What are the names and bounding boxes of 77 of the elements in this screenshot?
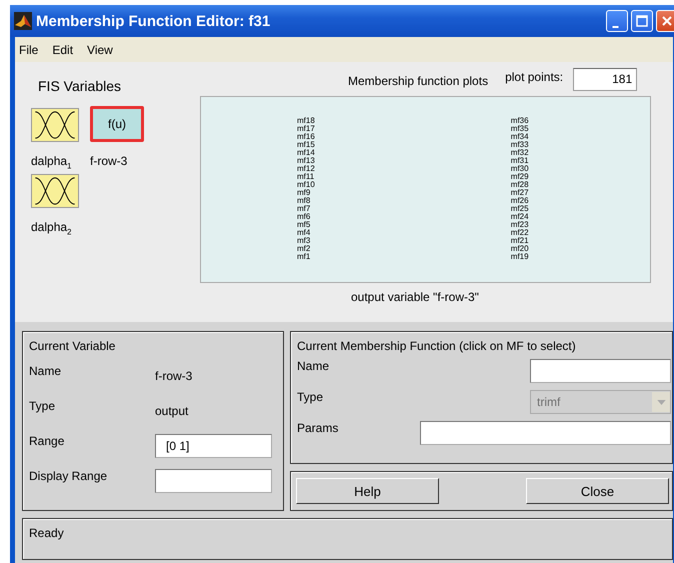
field-label: Params (297, 421, 338, 435)
mf-label[interactable]: mf5 (297, 221, 315, 229)
input-field[interactable] (530, 359, 671, 383)
minimize-button[interactable] (606, 10, 628, 32)
field-label: Name (297, 359, 330, 373)
mf-label[interactable]: mf24 (510, 213, 529, 221)
input-field[interactable] (420, 421, 671, 445)
mf-label[interactable]: mf14 (297, 149, 315, 157)
field-value: f-row-3 (155, 369, 194, 383)
mf-label[interactable]: mf13 (297, 157, 315, 165)
mf-label[interactable]: mf26 (510, 197, 529, 205)
mf-label[interactable]: mf20 (510, 245, 529, 253)
mf-label[interactable]: mf33 (510, 141, 529, 149)
input-field[interactable] (155, 469, 272, 493)
status-text: Ready (29, 526, 64, 540)
mf-label[interactable]: mf8 (297, 197, 315, 205)
mf-label[interactable]: mf21 (510, 237, 529, 245)
section-title: FIS Variables (38, 78, 122, 94)
input-field[interactable]: [0 1] (155, 434, 272, 458)
field-label: Type (29, 399, 56, 413)
plot-caption: output variable "f-row-3" (351, 290, 480, 304)
push-button[interactable]: Help (296, 478, 439, 504)
variable-label: f-row-3 (90, 154, 128, 168)
mf-label[interactable]: mf3 (297, 237, 315, 245)
window-title: Membership Function Editor: f31 (36, 12, 272, 30)
mf-label[interactable]: mf22 (510, 229, 529, 237)
mf-label[interactable]: mf2 (297, 245, 315, 253)
close-button[interactable] (656, 10, 674, 32)
dropdown-arrow-icon (656, 400, 666, 404)
variable-label: dalpha$_{2}$ (31, 220, 72, 237)
field-label: Name (29, 364, 62, 378)
plot-points-field[interactable]: 181 (573, 68, 638, 90)
input-variable-icon[interactable] (31, 174, 79, 208)
mf-label[interactable]: mf7 (297, 205, 315, 213)
mf-label[interactable]: mf32 (510, 149, 529, 157)
maximize-button[interactable] (631, 10, 653, 32)
variable-label: dalpha$_{1}$ (31, 154, 72, 170)
mf-label[interactable]: mf25 (510, 205, 529, 213)
field-label: Display Range (29, 469, 108, 483)
field-value: output (155, 404, 190, 418)
mf-label[interactable]: mf11 (297, 173, 315, 181)
output-variable-icon[interactable]: f(u) (90, 106, 144, 142)
mf-label[interactable]: mf30 (510, 165, 529, 173)
mf-label[interactable]: mf36 (510, 117, 529, 125)
panel-title: Current Variable (29, 339, 116, 353)
maximize-icon (635, 14, 649, 28)
mf-label[interactable]: mf17 (297, 125, 315, 133)
mf-label[interactable]: mf19 (510, 253, 529, 261)
menu-item[interactable]: Edit (52, 42, 74, 56)
mf-label[interactable]: mf12 (297, 165, 315, 173)
plot-points-label: plot points: (505, 70, 564, 84)
logo-icon (14, 12, 32, 30)
menu-item[interactable]: View (87, 42, 113, 56)
push-button[interactable]: Close (526, 478, 669, 504)
mf-label[interactable]: mf31 (510, 157, 529, 165)
mf-label[interactable]: mf34 (510, 133, 529, 141)
menu-item[interactable]: File (19, 42, 38, 56)
mf-label[interactable]: mf10 (297, 181, 315, 189)
mf-label[interactable]: mf1 (297, 253, 315, 261)
mf-label[interactable]: mf23 (510, 221, 529, 229)
mf-label[interactable]: mf6 (297, 213, 315, 221)
mf-label[interactable]: mf16 (297, 133, 315, 141)
mf-label[interactable]: mf4 (297, 229, 315, 237)
plot-title: Membership function plots (348, 74, 488, 88)
mf-label[interactable]: mf35 (510, 125, 529, 133)
input-variable-icon[interactable] (31, 108, 79, 142)
mf-label[interactable]: mf18 (297, 117, 315, 125)
mf-label[interactable]: mf9 (297, 189, 315, 197)
mf-label[interactable]: mf29 (510, 173, 529, 181)
mf-label[interactable]: mf27 (510, 189, 529, 197)
mf-label[interactable]: mf15 (297, 141, 315, 149)
close-icon (660, 14, 674, 28)
field-label: Range (29, 434, 66, 448)
field-label: Type (297, 390, 324, 404)
panel-title: Current Membership Function (click on MF to select) (297, 339, 577, 353)
mf-label[interactable]: mf28 (510, 181, 529, 189)
minimize-icon (612, 26, 618, 28)
